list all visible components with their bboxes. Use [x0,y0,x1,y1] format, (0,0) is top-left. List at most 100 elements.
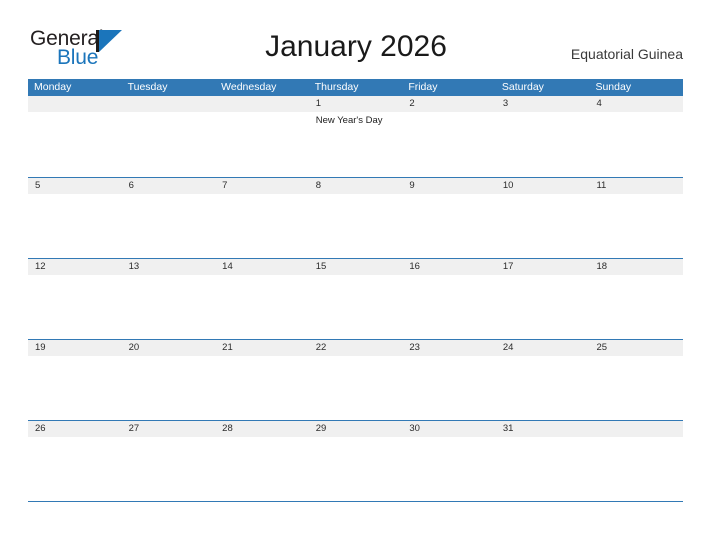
day-cell [28,112,122,176]
week-daynumber-band: 1234 [28,96,683,112]
day-cell[interactable] [122,356,216,420]
weekday-header-friday: Friday [408,81,438,93]
day-number[interactable]: 23 [402,340,496,356]
day-cell[interactable] [309,194,403,258]
day-number[interactable]: 21 [215,340,309,356]
day-number[interactable]: 19 [28,340,122,356]
day-cell[interactable] [122,437,216,501]
day-cell[interactable] [215,275,309,339]
day-cell[interactable] [28,356,122,420]
day-number[interactable]: 12 [28,259,122,275]
day-number[interactable]: 17 [496,259,590,275]
day-cell [215,112,309,176]
day-cell[interactable] [28,437,122,501]
week-event-band [28,275,683,339]
day-number[interactable]: 18 [589,259,683,275]
week-event-band [28,356,683,420]
day-cell[interactable] [309,275,403,339]
day-number[interactable]: 3 [496,96,590,112]
page-header: General Blue January 2026 Equatorial Gui… [0,0,712,78]
weekday-header-tuesday: Tuesday [127,81,168,93]
day-number-empty [28,96,122,112]
day-cell[interactable] [215,356,309,420]
day-cell[interactable] [122,194,216,258]
calendar-week-row: 12 13 14 15 16 17 18 [28,258,683,339]
day-cell[interactable] [496,194,590,258]
day-number[interactable]: 9 [402,178,496,194]
day-number[interactable]: 8 [309,178,403,194]
calendar-week-row: 26 27 28 29 30 31 [28,420,683,501]
day-cell[interactable] [589,275,683,339]
week-daynumber-band: 12 13 14 15 16 17 18 [28,259,683,275]
day-cell[interactable] [496,112,590,176]
week-daynumber-band: 5 6 7 8 9 10 11 [28,178,683,194]
day-cell[interactable] [28,275,122,339]
calendar-table: Monday Tuesday Wednesday Thursday Friday Satu… [28,79,683,502]
day-cell[interactable] [402,356,496,420]
day-number[interactable]: 24 [496,340,590,356]
day-number[interactable]: 31 [496,421,590,437]
day-number[interactable]: 5 [28,178,122,194]
week-event-band: New Year's Day [28,112,683,176]
day-cell [589,437,683,501]
day-number[interactable]: 28 [215,421,309,437]
weekday-header-sunday: Sunday [595,81,632,93]
day-number[interactable]: 15 [309,259,403,275]
day-number[interactable]: 13 [122,259,216,275]
day-number[interactable]: 4 [589,96,683,112]
calendar-week-row: 1 2 3 4 New Year's Day [28,96,683,177]
week-event-band [28,194,683,258]
day-cell[interactable] [309,437,403,501]
weekday-header-monday: Monday [34,81,72,93]
day-cell[interactable] [589,356,683,420]
day-number[interactable]: 11 [589,178,683,194]
day-cell[interactable] [215,437,309,501]
day-cell[interactable] [28,194,122,258]
day-cell[interactable] [215,194,309,258]
week-daynumber-band: 26 27 28 29 30 31 [28,421,683,437]
day-number[interactable]: 22 [309,340,403,356]
day-number-empty [215,96,309,112]
day-cell[interactable]: New Year's Day [309,112,403,176]
week-daynumber-band: 19 20 21 22 23 24 25 [28,340,683,356]
calendar-page: General Blue January 2026 Equatorial Gui… [0,0,712,550]
week-event-band [28,437,683,501]
weekday-header-saturday: Saturday [501,81,544,93]
region-label: Equatorial Guinea [570,46,683,62]
day-number[interactable]: 20 [122,340,216,356]
day-number[interactable]: 14 [215,259,309,275]
day-number[interactable]: 27 [122,421,216,437]
day-cell[interactable] [309,356,403,420]
day-cell[interactable] [589,112,683,176]
day-number[interactable]: 7 [215,178,309,194]
calendar-week-row: 19 20 21 22 23 24 25 [28,339,683,420]
day-cell[interactable] [122,275,216,339]
day-event: New Year's Day [315,115,383,126]
day-number[interactable]: 2 [402,96,496,112]
weekday-header-row: Monday Tuesday Wednesday Thursday Friday Satu… [28,79,683,96]
day-number[interactable]: 6 [122,178,216,194]
calendar-bottom-rule [28,501,683,502]
day-cell[interactable] [496,275,590,339]
day-number[interactable]: 16 [402,259,496,275]
weekday-header-wednesday: Wednesday [221,81,277,93]
day-number[interactable]: 10 [496,178,590,194]
day-cell[interactable] [402,112,496,176]
day-cell[interactable] [496,356,590,420]
day-cell[interactable] [402,437,496,501]
day-cell[interactable] [402,275,496,339]
day-cell[interactable] [589,194,683,258]
day-cell[interactable] [496,437,590,501]
day-number[interactable]: 30 [402,421,496,437]
day-number-empty [589,421,683,437]
day-number[interactable]: 1 [309,96,403,112]
day-number[interactable]: 26 [28,421,122,437]
day-cell[interactable] [402,194,496,258]
calendar-week-row: 5 6 7 8 9 10 11 [28,177,683,258]
day-number[interactable]: 25 [589,340,683,356]
weekday-header-thursday: Thursday [314,81,359,93]
day-number-empty [122,96,216,112]
calendar-weeks: 1 2 3 4 New Year's Day 5 6 7 8 9 10 11 12 13 14 15 16 17 1… [28,96,683,501]
day-number[interactable]: 29 [309,421,403,437]
day-cell [122,112,216,176]
